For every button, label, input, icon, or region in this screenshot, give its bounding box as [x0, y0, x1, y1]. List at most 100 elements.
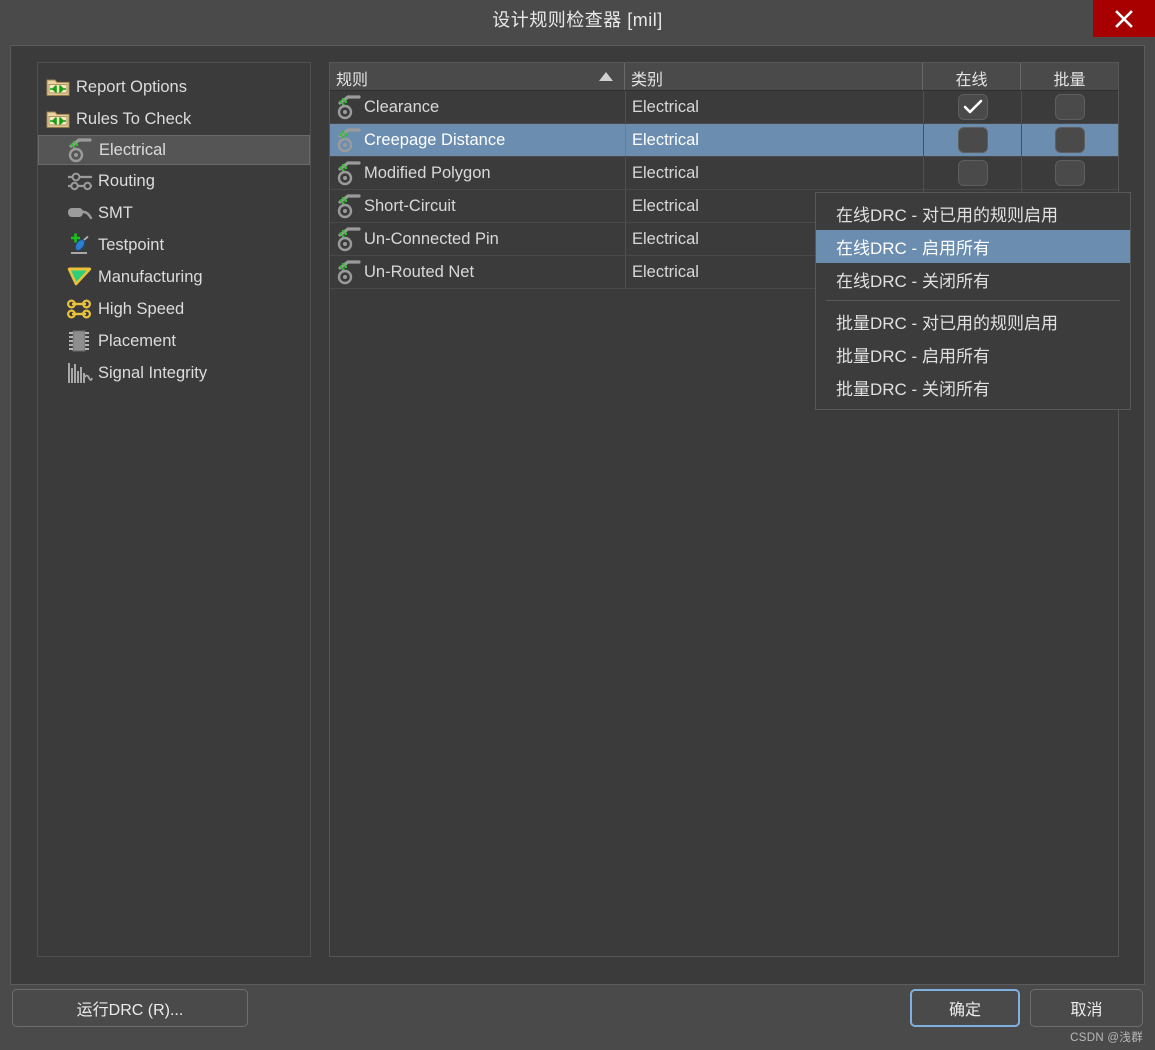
routing-rule-icon [66, 168, 94, 194]
sidebar-item-label: High Speed [98, 299, 185, 318]
cell-rule[interactable]: Un-Connected Pin [330, 223, 625, 255]
cell-rule[interactable]: Modified Polygon [330, 157, 625, 189]
column-header-batch[interactable]: 批量 [1021, 63, 1118, 90]
table-header-row: 规则 类别 在线 批量 [330, 63, 1118, 91]
category-name: Electrical [632, 97, 699, 116]
context-menu-item[interactable]: 在线DRC - 启用所有 [816, 230, 1130, 263]
batch-checkbox[interactable] [1055, 127, 1085, 153]
cell-category[interactable]: Electrical [625, 157, 923, 189]
cancel-label: 取消 [1070, 1002, 1103, 1019]
cell-rule[interactable]: Clearance [330, 91, 625, 123]
run-drc-label: 运行DRC (R)... [76, 1002, 184, 1019]
column-header-rule[interactable]: 规则 [330, 63, 625, 90]
cell-batch[interactable] [1021, 124, 1118, 156]
category-name: Electrical [632, 130, 699, 149]
drc-context-menu[interactable]: 在线DRC - 对已用的规则启用在线DRC - 启用所有 在线DRC - 关闭所有… [815, 192, 1131, 410]
testpoint-rule-icon [66, 232, 94, 258]
electrical-rule-icon [336, 158, 364, 189]
electrical-rule-icon [336, 224, 364, 255]
context-menu-item-label: 批量DRC - 关闭所有 [836, 380, 990, 399]
sidebar-item-rules-to-check[interactable]: Rules To Check [38, 103, 310, 135]
category-name: Electrical [632, 196, 699, 215]
batch-checkbox[interactable] [1055, 160, 1085, 186]
electrical-rule-icon [336, 257, 364, 288]
table-row[interactable]: Modified Polygon Electrical [330, 157, 1118, 190]
online-checkbox[interactable] [957, 160, 988, 186]
electrical-rule-icon [336, 191, 364, 222]
electrical-rule-icon [336, 125, 364, 156]
sidebar-item-label: Testpoint [98, 235, 165, 254]
dialog-footer: 运行DRC (R)... 确定 取消 CSDN @浅群 [0, 986, 1155, 1050]
close-button[interactable] [1093, 0, 1155, 37]
cell-rule[interactable]: Creepage Distance [330, 124, 625, 156]
cell-category[interactable]: Electrical [625, 124, 923, 156]
ok-button[interactable]: 确定 [910, 989, 1020, 1027]
sidebar-item-high-speed[interactable]: High Speed [38, 293, 310, 325]
category-name: Electrical [632, 229, 699, 248]
context-menu-item-label: 在线DRC - 启用所有 [836, 239, 990, 258]
category-name: Electrical [632, 163, 699, 182]
rule-name: Creepage Distance [364, 130, 506, 149]
column-header-label: 在线 [955, 71, 988, 89]
cell-online[interactable] [923, 91, 1021, 123]
folder-arrows-icon [44, 74, 72, 100]
rule-name: Un-Connected Pin [364, 229, 499, 248]
sidebar-item-placement[interactable]: Placement [38, 325, 310, 357]
folder-arrows-icon [44, 106, 72, 132]
watermark: CSDN @浅群 [1070, 1032, 1143, 1044]
electrical-rule-icon [336, 92, 364, 123]
online-checkbox[interactable] [957, 94, 988, 120]
context-menu-item-label: 在线DRC - 关闭所有 [836, 272, 990, 291]
sidebar-item-signal-integrity[interactable]: Signal Integrity [38, 357, 310, 389]
context-menu-separator [826, 300, 1120, 301]
placement-rule-icon [66, 328, 94, 354]
column-header-category[interactable]: 类别 [625, 63, 923, 90]
design-rule-checker-window: 设计规则检查器 [mil] Report Options Rules To Ch… [0, 0, 1155, 1050]
column-header-label: 规则 [336, 71, 369, 89]
sidebar-item-manufacturing[interactable]: Manufacturing [38, 261, 310, 293]
context-menu-item-label: 批量DRC - 启用所有 [836, 347, 990, 366]
context-menu-item-label: 批量DRC - 对已用的规则启用 [836, 314, 1058, 333]
sidebar-item-label: Signal Integrity [98, 363, 208, 382]
sidebar-item-label: Manufacturing [98, 267, 203, 286]
cancel-button[interactable]: 取消 [1030, 989, 1143, 1027]
cell-category[interactable]: Electrical [625, 91, 923, 123]
sidebar-item-routing[interactable]: Routing [38, 165, 310, 197]
context-menu-item[interactable]: 批量DRC - 对已用的规则启用 [816, 305, 1130, 338]
sidebar-item-electrical[interactable]: Electrical [38, 135, 310, 165]
column-header-label: 批量 [1053, 71, 1086, 89]
electrical-rule-icon [67, 137, 95, 163]
context-menu-item[interactable]: 批量DRC - 关闭所有 [816, 371, 1130, 404]
sidebar-item-label: Report Options [76, 77, 187, 96]
column-header-online[interactable]: 在线 [923, 63, 1021, 90]
sidebar-item-label: Placement [98, 331, 176, 350]
table-row[interactable]: Clearance Electrical [330, 91, 1118, 124]
batch-checkbox[interactable] [1055, 94, 1085, 120]
cell-batch[interactable] [1021, 157, 1118, 189]
close-icon [1113, 8, 1135, 30]
rule-name: Clearance [364, 97, 440, 116]
sidebar-item-testpoint[interactable]: Testpoint [38, 229, 310, 261]
category-name: Electrical [632, 262, 699, 281]
cell-online[interactable] [923, 124, 1021, 156]
context-menu-item[interactable]: 批量DRC - 启用所有 [816, 338, 1130, 371]
signal-integrity-rule-icon [66, 360, 94, 386]
table-row[interactable]: Creepage Distance Electrical [330, 124, 1118, 157]
sidebar-item-report-options[interactable]: Report Options [38, 71, 310, 103]
run-drc-button[interactable]: 运行DRC (R)... [12, 989, 248, 1027]
online-checkbox[interactable] [957, 127, 988, 153]
sidebar-item-smt[interactable]: SMT [38, 197, 310, 229]
rule-name: Short-Circuit [364, 196, 456, 215]
context-menu-item[interactable]: 在线DRC - 关闭所有 [816, 263, 1130, 296]
high-speed-rule-icon [66, 296, 94, 322]
page-title: 设计规则检查器 [mil] [492, 9, 663, 30]
rule-name: Un-Routed Net [364, 262, 475, 281]
context-menu-item[interactable]: 在线DRC - 对已用的规则启用 [816, 197, 1130, 230]
cell-batch[interactable] [1021, 91, 1118, 123]
manufacturing-rule-icon [66, 264, 94, 290]
cell-rule[interactable]: Un-Routed Net [330, 256, 625, 288]
cell-online[interactable] [923, 157, 1021, 189]
sidebar-item-label: SMT [98, 203, 133, 222]
cell-rule[interactable]: Short-Circuit [330, 190, 625, 222]
smt-rule-icon [66, 200, 94, 226]
